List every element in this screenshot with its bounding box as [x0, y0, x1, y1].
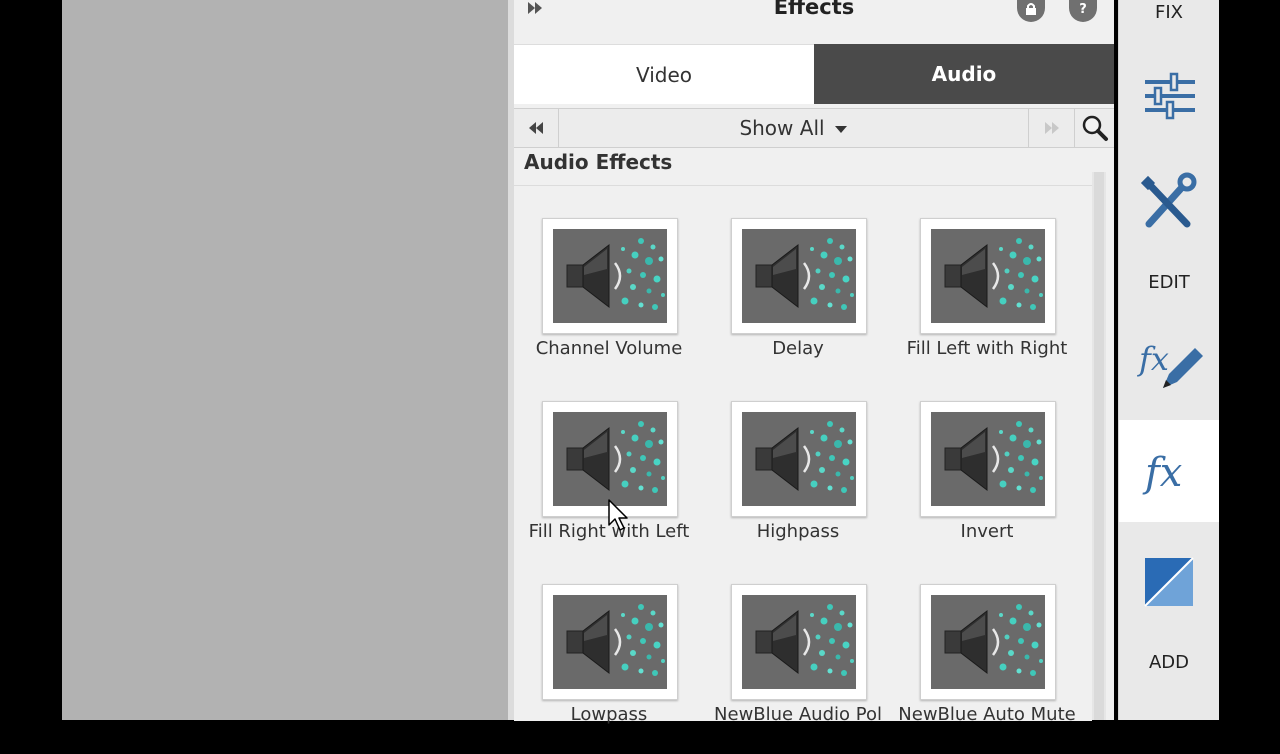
adjust-button[interactable]: [1119, 66, 1219, 126]
monitor-area: [62, 0, 508, 720]
speaker-sound-icon: [931, 595, 1045, 689]
effect-thumbnail[interactable]: [920, 218, 1056, 334]
section-title: Audio Effects: [524, 150, 673, 174]
add-label: ADD: [1148, 652, 1190, 673]
panel-title: Effects: [773, 0, 855, 19]
effect-item[interactable]: Lowpass: [514, 584, 704, 754]
effect-thumbnail[interactable]: [920, 401, 1056, 517]
effect-controls-button[interactable]: fx: [1119, 330, 1219, 400]
sliders-icon: [1145, 72, 1195, 120]
effect-item[interactable]: Fill Right with Left: [514, 401, 704, 571]
panel-settings-button[interactable]: [1017, 0, 1045, 22]
transition-icon: [1144, 557, 1194, 607]
effect-label: NewBlue Auto Mute: [898, 704, 1076, 725]
wrench-screwdriver-icon: [1140, 172, 1197, 228]
effects-panel: Effects ? Video Audio Show All Audio Eff…: [514, 0, 1114, 725]
speaker-sound-icon: [553, 229, 667, 323]
double-right-arrow-icon: [528, 2, 542, 14]
expand-panel-button[interactable]: [526, 0, 546, 18]
effect-thumbnail[interactable]: [542, 584, 678, 700]
speaker-sound-icon: [931, 229, 1045, 323]
effect-item[interactable]: Highpass: [703, 401, 893, 571]
category-dropdown[interactable]: Show All: [558, 109, 1028, 147]
tab-video[interactable]: Video: [514, 44, 814, 104]
panel-header: Effects ?: [514, 0, 1114, 44]
svg-text:fx: fx: [1137, 340, 1169, 378]
effect-label: Fill Left with Right: [906, 338, 1068, 359]
edit-label: EDIT: [1148, 272, 1190, 293]
tab-audio[interactable]: Audio: [814, 44, 1114, 104]
effect-item[interactable]: Delay: [703, 218, 893, 388]
effect-thumbnail[interactable]: [920, 584, 1056, 700]
effect-item[interactable]: Channel Volume: [514, 218, 704, 388]
tools-button[interactable]: [1119, 172, 1219, 234]
speaker-sound-icon: [931, 412, 1045, 506]
fx-pencil-icon: fx: [1137, 340, 1203, 388]
effects-button[interactable]: fx: [1119, 420, 1219, 522]
question-mark-icon: ?: [1079, 2, 1087, 17]
double-right-arrow-icon: [1045, 122, 1059, 134]
effect-thumbnail[interactable]: [731, 218, 867, 334]
next-category-button[interactable]: [1028, 109, 1075, 147]
chevron-down-icon: [834, 126, 847, 133]
speaker-sound-icon: [553, 595, 667, 689]
effect-item[interactable]: Fill Left with Right: [892, 218, 1082, 388]
effect-item[interactable]: Invert: [892, 401, 1082, 571]
previous-category-button[interactable]: [514, 109, 559, 147]
letterbox-left: [0, 0, 62, 720]
svg-text:fx: fx: [1142, 450, 1182, 496]
media-type-tabs: Video Audio: [514, 44, 1114, 104]
lock-icon: [1026, 3, 1036, 15]
category-dropdown-label: Show All: [739, 116, 825, 140]
search-button[interactable]: [1074, 109, 1115, 147]
action-sidebar: FIX EDIT fx fx ADD: [1118, 0, 1219, 720]
fx-icon: fx: [1142, 450, 1182, 496]
help-button[interactable]: ?: [1069, 0, 1097, 22]
scrollbar-thumb[interactable]: [1094, 172, 1104, 720]
fix-label: FIX: [1155, 2, 1183, 23]
category-filter-bar: Show All: [514, 108, 1114, 148]
effect-item[interactable]: NewBlue Audio Pol: [703, 584, 893, 754]
speaker-sound-icon: [742, 595, 856, 689]
speaker-sound-icon: [742, 229, 856, 323]
effect-thumbnail[interactable]: [731, 401, 867, 517]
speaker-sound-icon: [553, 412, 667, 506]
search-icon: [1082, 115, 1108, 141]
effect-thumbnail[interactable]: [542, 218, 678, 334]
double-left-arrow-icon: [529, 122, 543, 134]
letterbox-right: [1219, 0, 1280, 720]
effect-thumbnail[interactable]: [731, 584, 867, 700]
effect-label: Invert: [960, 521, 1014, 542]
transitions-button[interactable]: [1119, 556, 1219, 608]
mouse-cursor-icon: [608, 499, 628, 531]
effect-item[interactable]: NewBlue Auto Mute: [892, 584, 1082, 754]
speaker-sound-icon: [742, 412, 856, 506]
effects-grid: Channel Volume Delay Fill Left with Righ…: [514, 185, 1092, 725]
